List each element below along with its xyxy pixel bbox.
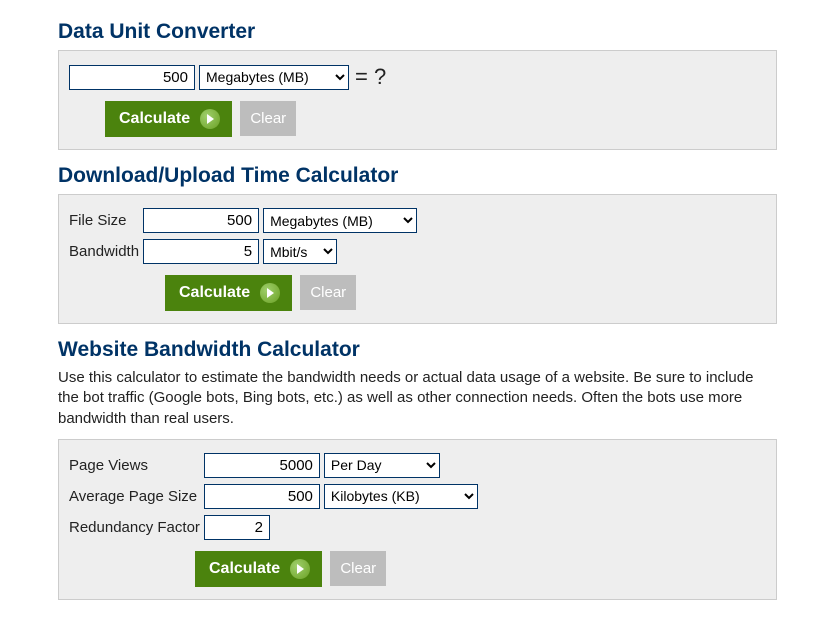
time-clear-button[interactable]: Clear bbox=[300, 275, 356, 310]
converter-calculate-button[interactable]: Calculate bbox=[105, 101, 232, 137]
calculate-label: Calculate bbox=[179, 284, 250, 302]
page-views-unit-select[interactable]: Per Day bbox=[324, 453, 440, 478]
play-icon bbox=[290, 559, 310, 579]
page-views-input[interactable] bbox=[204, 453, 320, 478]
converter-panel: Megabytes (MB) = ? Calculate Clear bbox=[58, 50, 777, 150]
time-title: Download/Upload Time Calculator bbox=[58, 164, 777, 188]
bandwidth-label: Bandwidth bbox=[69, 236, 143, 267]
time-calculate-button[interactable]: Calculate bbox=[165, 275, 292, 311]
website-clear-button[interactable]: Clear bbox=[330, 551, 386, 586]
website-desc: Use this calculator to estimate the band… bbox=[58, 368, 777, 429]
converter-value-input[interactable] bbox=[69, 65, 195, 90]
website-panel: Page Views Per Day Average Page Size Kil… bbox=[58, 439, 777, 600]
converter-unit-select[interactable]: Megabytes (MB) bbox=[199, 65, 349, 90]
redundancy-input[interactable] bbox=[204, 515, 270, 540]
website-calculate-button[interactable]: Calculate bbox=[195, 551, 322, 587]
website-title: Website Bandwidth Calculator bbox=[58, 338, 777, 362]
calculate-label: Calculate bbox=[119, 110, 190, 128]
page-views-label: Page Views bbox=[69, 450, 204, 481]
avg-page-size-label: Average Page Size bbox=[69, 481, 204, 512]
converter-clear-button[interactable]: Clear bbox=[240, 101, 296, 136]
bandwidth-unit-select[interactable]: Mbit/s bbox=[263, 239, 337, 264]
file-size-input[interactable] bbox=[143, 208, 259, 233]
file-size-label: File Size bbox=[69, 205, 143, 236]
redundancy-label: Redundancy Factor bbox=[69, 512, 204, 543]
play-icon bbox=[200, 109, 220, 129]
calculate-label: Calculate bbox=[209, 560, 280, 578]
bandwidth-input[interactable] bbox=[143, 239, 259, 264]
avg-page-size-input[interactable] bbox=[204, 484, 320, 509]
converter-title: Data Unit Converter bbox=[58, 20, 777, 44]
time-panel: File Size Megabytes (MB) Bandwidth Mbit/… bbox=[58, 194, 777, 324]
converter-equals: = ? bbox=[353, 64, 386, 89]
play-icon bbox=[260, 283, 280, 303]
avg-page-size-unit-select[interactable]: Kilobytes (KB) bbox=[324, 484, 478, 509]
file-size-unit-select[interactable]: Megabytes (MB) bbox=[263, 208, 417, 233]
